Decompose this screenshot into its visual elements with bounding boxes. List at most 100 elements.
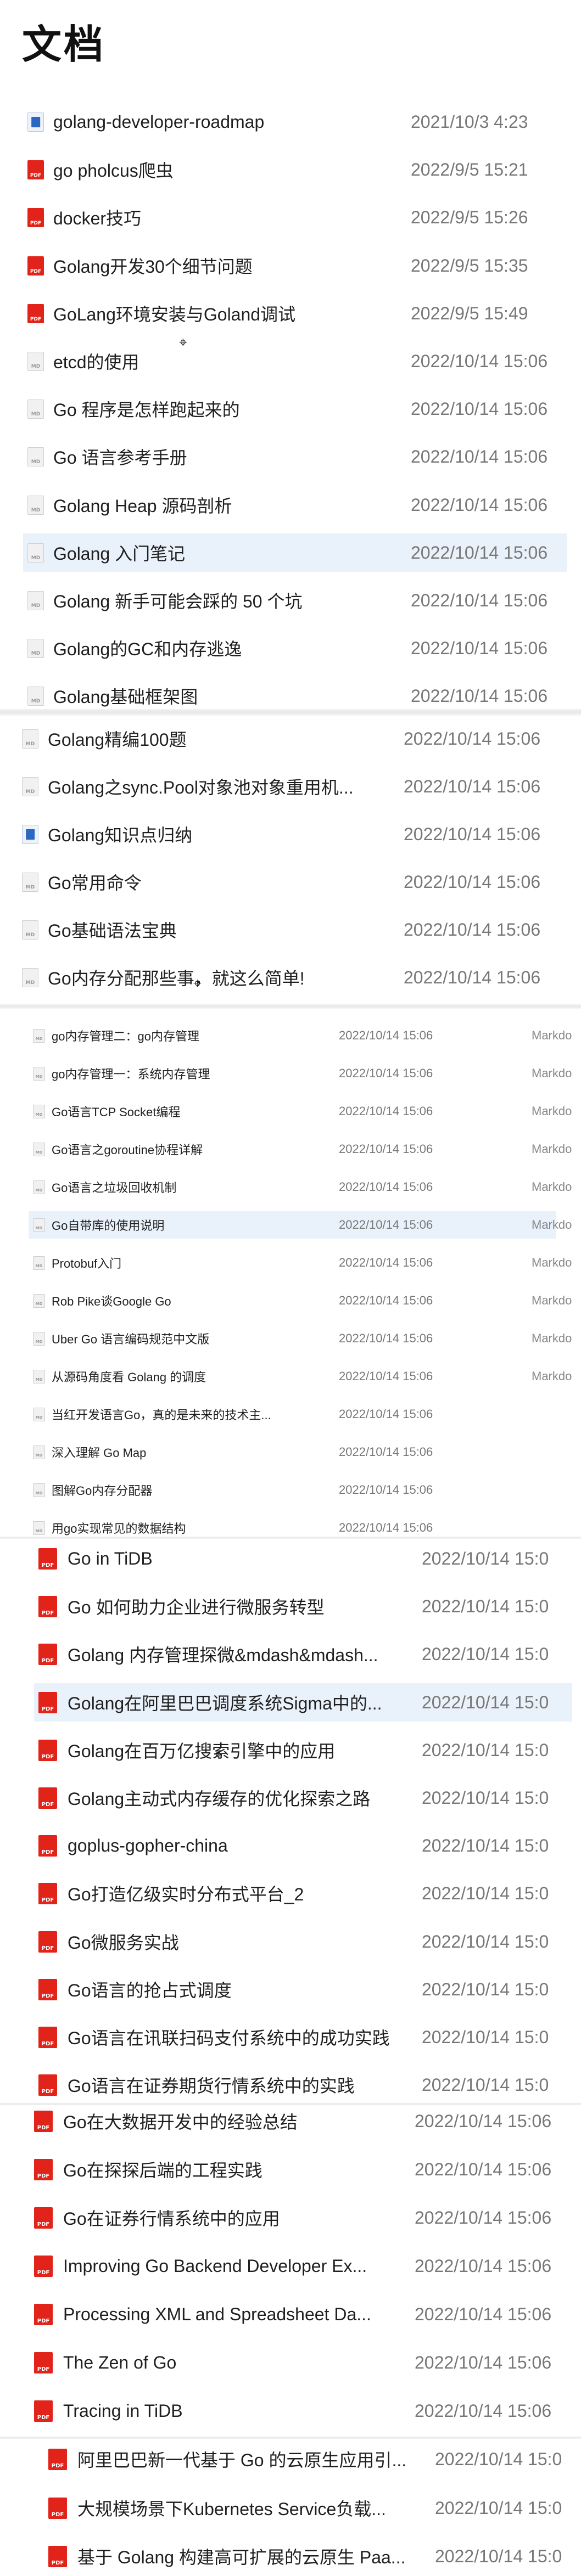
file-modified-date: 2022/10/14 15:06 [339,1142,433,1156]
file-modified-date: 2022/10/14 15:0 [422,1787,549,1808]
file-name: 用go实现常见的数据结构 [52,1522,186,1536]
file-modified-date: 2022/10/14 15:06 [415,2352,552,2372]
file-name: go内存管理一：系统内存管理 [52,1067,210,1081]
file-row-30[interactable]: MD 当红开发语言Go，真的是未来的技术主... 2022/10/14 15:06 [29,1401,556,1428]
file-modified-date: 2022/10/14 15:06 [339,1218,433,1231]
file-name: 基于 Golang 构建高可扩展的云原生 Paa... [77,2547,406,2567]
file-row-55[interactable]: PDF 基于 Golang 构建高可扩展的云原生 Paa... 2022/10/14… [44,2537,577,2575]
file-row-40[interactable]: PDF goplus-gopher-china 2022/10/14 15:0 [34,1826,572,1865]
file-row-10[interactable]: MD Golang 入门笔记 2022/10/14 15:06 [23,533,567,572]
file-row-26[interactable]: MD Protobuf入门 2022/10/14 15:06 Markdo [29,1249,572,1276]
file-row-4[interactable]: PDF Golang开发30个细节问题 2022/9/5 15:35 [23,246,567,285]
file-modified-date: 2022/10/14 15:06 [415,2207,552,2228]
file-row-20[interactable]: MD go内存管理二：go内存管理 2022/10/14 15:06 Markdo [29,1022,572,1049]
file-modified-date: 2022/10/14 15:06 [415,2256,552,2276]
file-modified-date: 2022/10/14 15:0 [422,2074,549,2095]
file-row-3[interactable]: PDF docker技巧 2022/9/5 15:26 [23,198,567,237]
file-row-2[interactable]: PDF go pholcus爬虫 2022/9/5 15:21 [23,150,567,189]
file-name: Golang精编100题 [48,730,187,750]
file-type: Markdo [532,1028,572,1042]
file-row-46[interactable]: PDF Go在大数据开发中的经验总结 2022/10/14 15:06 [30,2102,568,2140]
pdf-file-icon: PDF [38,1931,57,1953]
file-name: 从源码角度看 Golang 的调度 [52,1370,206,1384]
file-row-5[interactable]: PDF GoLang环境安装与Goland调试 2022/9/5 15:49 [23,294,567,333]
file-name: docker技巧 [53,209,142,228]
file-row-27[interactable]: MD Rob Pike谈Google Go 2022/10/14 15:06 Mark… [29,1287,572,1314]
file-name: Golang基础框架图 [53,687,198,707]
file-row-11[interactable]: MD Golang 新手可能会踩的 50 个坑 2022/10/14 15:06 [23,581,567,620]
file-name: Rob Pike谈Google Go [52,1295,171,1308]
file-modified-date: 2022/10/14 15:06 [339,1104,433,1118]
file-name: golang-developer-roadmap [53,111,265,132]
markdown-file-icon: MD [33,1066,45,1081]
file-row-19[interactable]: MD Go内存分配那些事，就这么简单! 2022/10/14 15:06 [18,958,556,997]
file-modified-date: 2022/10/14 15:06 [339,1180,433,1194]
file-row-50[interactable]: PDF Processing XML and Spreadsheet Da... 2… [30,2295,568,2333]
file-row-17[interactable]: MD Go常用命令 2022/10/14 15:06 [18,863,556,901]
file-row-28[interactable]: MD Uber Go 语言编码规范中文版 2022/10/14 15:06 Markd… [29,1325,572,1352]
file-modified-date: 2022/10/14 15:0 [422,1931,549,1951]
file-row-9[interactable]: MD Golang Heap 源码剖析 2022/10/14 15:06 [23,486,567,524]
file-row-21[interactable]: MD go内存管理一：系统内存管理 2022/10/14 15:06 Markdo [29,1060,572,1087]
file-modified-date: 2021/10/3 4:23 [411,111,528,132]
pdf-file-icon: PDF [34,2303,53,2325]
file-row-44[interactable]: PDF Go语言在讯联扫码支付系统中的成功实践 2022/10/14 15:0 [34,2018,572,2056]
file-modified-date: 2022/10/14 15:0 [422,1740,549,1760]
pdf-file-icon: PDF [34,2158,53,2180]
file-row-15[interactable]: MD Golang之sync.Pool对象池对象重用机... 2022/10/14 … [18,767,556,806]
file-row-6[interactable]: MD etcd的使用 2022/10/14 15:06 [23,342,567,380]
pdf-file-icon: PDF [48,2448,67,2470]
file-name: Golang在阿里巴巴调度系统Sigma中的... [68,1694,382,1713]
file-row-22[interactable]: MD Go语言TCP Socket编程 2022/10/14 15:06 Markdo [29,1098,572,1125]
file-row-23[interactable]: MD Go语言之goroutine协程详解 2022/10/14 15:06 Mark… [29,1135,572,1163]
file-modified-date: 2022/10/14 15:06 [339,1483,433,1497]
file-row-12[interactable]: MD Golang的GC和内存逃逸 2022/10/14 15:06 [23,629,567,667]
file-row-43[interactable]: PDF Go语言的抢占式调度 2022/10/14 15:0 [34,1970,572,2009]
markdown-file-icon: MD [33,1218,45,1232]
file-row-54[interactable]: PDF 大规模场景下Kubernetes Service负载... 2022/10/… [44,2489,577,2527]
file-row-29[interactable]: MD 从源码角度看 Golang 的调度 2022/10/14 15:06 Markd… [29,1363,572,1390]
file-row-35[interactable]: PDF Go 如何助力企业进行微服务转型 2022/10/14 15:0 [34,1587,572,1626]
file-row-7[interactable]: MD Go 程序是怎样跑起来的 2022/10/14 15:06 [23,390,567,428]
file-row-41[interactable]: PDF Go打造亿级实时分布式平台_2 2022/10/14 15:0 [34,1874,572,1913]
file-name: 阿里巴巴新一代基于 Go 的云原生应用引... [77,2450,407,2470]
mouse-cursor-icon: ⌖ [179,334,187,350]
file-modified-date: 2022/10/14 15:06 [339,1521,433,1534]
file-row-47[interactable]: PDF Go在探探后端的工程实践 2022/10/14 15:06 [30,2150,568,2189]
file-type: Markdo [532,1293,572,1307]
file-name: Go 程序是怎样跑起来的 [53,400,240,420]
file-row-48[interactable]: PDF Go在证券行情系统中的应用 2022/10/14 15:06 [30,2198,568,2237]
file-modified-date: 2022/10/14 15:06 [411,398,548,419]
file-row-1[interactable]: golang-developer-roadmap 2021/10/3 4:23 [23,103,567,141]
file-row-37[interactable]: PDF Golang在阿里巴巴调度系统Sigma中的... 2022/10/14 1… [34,1683,572,1722]
file-row-31[interactable]: MD 深入理解 Go Map 2022/10/14 15:06 [29,1438,556,1466]
file-row-38[interactable]: PDF Golang在百万亿搜索引擎中的应用 2022/10/14 15:0 [34,1731,572,1769]
file-name: Golang Heap 源码剖析 [53,496,232,516]
file-modified-date: 2022/10/14 15:06 [411,446,548,466]
file-row-53[interactable]: PDF 阿里巴巴新一代基于 Go 的云原生应用引... 2022/10/14 15:… [44,2440,577,2478]
file-row-42[interactable]: PDF Go微服务实战 2022/10/14 15:0 [34,1922,572,1961]
markdown-file-icon: MD [22,872,38,892]
file-row-25[interactable]: MD Go自带库的使用说明 2022/10/14 15:06 Markdo [29,1211,572,1239]
file-row-34[interactable]: PDF Go in TiDB 2022/10/14 15:0 [34,1539,572,1578]
file-name: Go 语言参考手册 [53,448,187,468]
file-row-24[interactable]: MD Go语言之垃圾回收机制 2022/10/14 15:06 Markdo [29,1173,572,1201]
file-row-51[interactable]: PDF The Zen of Go 2022/10/14 15:06 [30,2343,568,2382]
file-row-39[interactable]: PDF Golang主动式内存缓存的优化探索之路 2022/10/14 15:0 [34,1779,572,1817]
page-title: 文档 [22,23,106,67]
file-row-32[interactable]: MD 图解Go内存分配器 2022/10/14 15:06 [29,1476,556,1504]
file-row-52[interactable]: PDF Tracing in TiDB 2022/10/14 15:06 [30,2392,568,2430]
file-row-16[interactable]: Golang知识点归纳 2022/10/14 15:06 [18,815,556,853]
file-row-45[interactable]: PDF Go语言在证券期货行情系统中的实践 2022/10/14 15:0 [34,2066,572,2104]
pdf-file-icon: PDF [27,207,44,227]
file-row-14[interactable]: MD Golang精编100题 2022/10/14 15:06 [18,719,556,758]
file-name: GoLang环境安装与Goland调试 [53,305,296,324]
file-name: Golang 新手可能会踩的 50 个坑 [53,592,303,611]
file-name: Uber Go 语言编码规范中文版 [52,1332,210,1346]
file-row-49[interactable]: PDF Improving Go Backend Developer Ex... 2… [30,2247,568,2285]
markdown-file-icon: MD [33,1445,45,1459]
file-row-8[interactable]: MD Go 语言参考手册 2022/10/14 15:06 [23,437,567,476]
file-row-18[interactable]: MD Go基础语法宝典 2022/10/14 15:06 [18,910,556,949]
file-name: Go语言在证券期货行情系统中的实践 [68,2076,355,2096]
file-row-36[interactable]: PDF Golang 内存管理探微&mdash&mdash... 2022/10/1… [34,1635,572,1673]
